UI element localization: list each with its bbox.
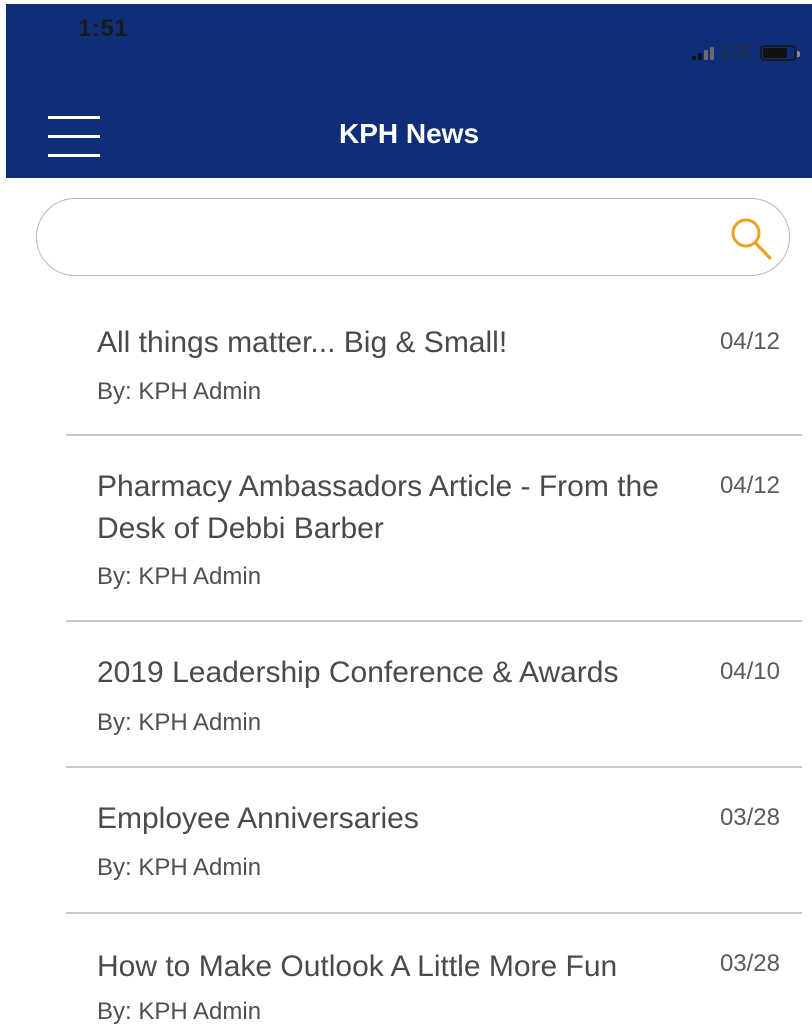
search-input[interactable]	[65, 211, 709, 265]
news-title: Pharmacy Ambassadors Article - From the …	[97, 470, 659, 545]
news-title: Employee Anniversaries	[97, 802, 419, 835]
news-date: 04/12	[719, 472, 780, 499]
status-time: 1:51	[78, 15, 129, 42]
divider	[66, 912, 802, 914]
news-author: By: KPH Admin	[97, 854, 262, 881]
news-list-item[interactable]: All things matter... Big & Small! By: KP…	[66, 318, 802, 434]
page-title: KPH News	[338, 118, 480, 149]
status-indicators: LTE	[692, 42, 800, 64]
news-author: By: KPH Admin	[97, 378, 262, 405]
battery-icon	[760, 45, 800, 61]
news-list-item[interactable]: Pharmacy Ambassadors Article - From the …	[66, 462, 802, 620]
network-label: LTE	[722, 43, 752, 62]
news-list-item[interactable]: How to Make Outlook A Little More Fun By…	[66, 942, 802, 1027]
news-date: 04/12	[719, 328, 780, 355]
app-header: 1:51 LTE KPH News	[6, 4, 812, 178]
news-date: 03/28	[719, 950, 780, 977]
news-author: By: KPH Admin	[97, 563, 262, 590]
news-list-item[interactable]: 2019 Leadership Conference & Awards By: …	[66, 648, 802, 766]
news-author: By: KPH Admin	[97, 709, 262, 736]
divider	[66, 434, 802, 436]
news-date: 03/28	[719, 804, 780, 831]
news-date: 04/10	[719, 658, 780, 685]
news-title: All things matter... Big & Small!	[97, 326, 508, 359]
news-author: By: KPH Admin	[97, 998, 262, 1025]
search-icon[interactable]	[725, 213, 777, 263]
news-title: How to Make Outlook A Little More Fun	[97, 950, 618, 983]
news-title: 2019 Leadership Conference & Awards	[97, 656, 619, 689]
signal-icon	[692, 46, 715, 60]
divider	[66, 766, 802, 768]
news-list-item[interactable]: Employee Anniversaries By: KPH Admin 03/…	[66, 794, 802, 912]
search-bar[interactable]	[36, 198, 790, 276]
divider	[66, 620, 802, 622]
